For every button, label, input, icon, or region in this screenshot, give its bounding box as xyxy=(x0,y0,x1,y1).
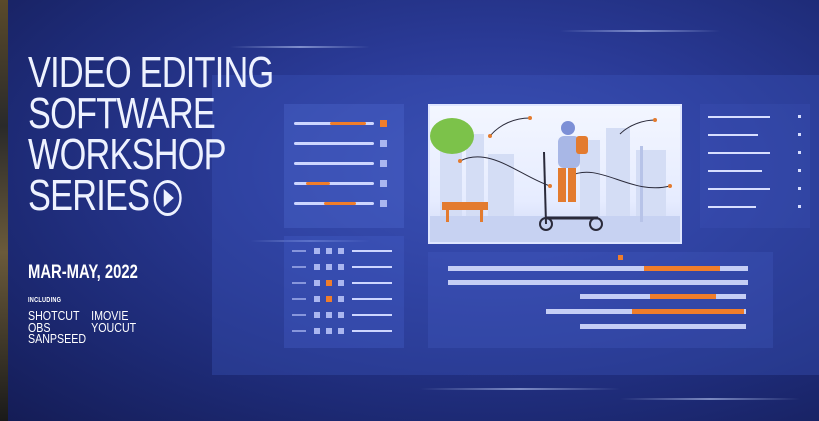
timeline-clip[interactable] xyxy=(448,266,748,271)
preview-illustration xyxy=(430,116,680,242)
lamp-post-icon xyxy=(640,146,643,222)
photo-edge-strip xyxy=(0,0,8,421)
list-item xyxy=(708,188,770,190)
list-item xyxy=(708,170,762,172)
adjustment-sliders-panel xyxy=(284,104,404,228)
light-streak xyxy=(420,388,620,390)
track-row[interactable] xyxy=(292,248,402,256)
title-line: VIDEO EDITING xyxy=(28,48,274,97)
tracks-panel xyxy=(284,236,404,348)
track-row[interactable] xyxy=(292,296,402,304)
list-item xyxy=(708,206,756,208)
adjust-slider[interactable] xyxy=(294,162,374,165)
playhead-marker[interactable] xyxy=(618,255,623,260)
software-item: SANPSEED xyxy=(28,331,87,346)
video-preview[interactable] xyxy=(428,104,682,244)
slider-toggle[interactable] xyxy=(380,180,387,187)
workshop-dates: MAR-MAY, 2022 xyxy=(28,262,138,283)
list-item xyxy=(708,152,770,154)
adjust-slider[interactable] xyxy=(294,122,374,125)
properties-list-panel xyxy=(700,104,810,228)
includes-label: INCLUDING xyxy=(28,297,62,304)
light-streak xyxy=(560,30,720,32)
slider-toggle[interactable] xyxy=(380,140,387,147)
adjust-slider[interactable] xyxy=(294,182,374,185)
software-item: YOUCUT xyxy=(91,319,137,335)
slider-toggle[interactable] xyxy=(380,160,387,167)
title-line: WORKSHOP xyxy=(28,130,227,179)
title-line: SOFTWARE xyxy=(28,89,216,138)
list-item xyxy=(708,134,758,136)
workshop-title: VIDEO EDITING SOFTWARE WORKSHOP SERIES xyxy=(28,48,274,218)
title-line: SERIES xyxy=(28,171,150,220)
track-row[interactable] xyxy=(292,312,402,320)
workshop-banner: VIDEO EDITING SOFTWARE WORKSHOP SERIES M… xyxy=(0,0,819,421)
timeline-clip[interactable] xyxy=(580,294,746,299)
timeline-clip[interactable] xyxy=(448,280,748,285)
slider-toggle[interactable] xyxy=(380,200,387,207)
play-circle-icon[interactable] xyxy=(153,180,182,217)
light-streak xyxy=(620,398,800,400)
list-item xyxy=(708,116,770,118)
timeline-panel[interactable] xyxy=(428,252,773,348)
adjust-slider[interactable] xyxy=(294,202,374,205)
slider-toggle[interactable] xyxy=(380,120,387,127)
tree-icon xyxy=(430,118,474,154)
track-row[interactable] xyxy=(292,264,402,272)
timeline-clip[interactable] xyxy=(546,309,746,314)
adjust-slider[interactable] xyxy=(294,142,374,145)
track-row[interactable] xyxy=(292,328,402,336)
track-row[interactable] xyxy=(292,280,402,288)
timeline-clip[interactable] xyxy=(580,324,746,329)
